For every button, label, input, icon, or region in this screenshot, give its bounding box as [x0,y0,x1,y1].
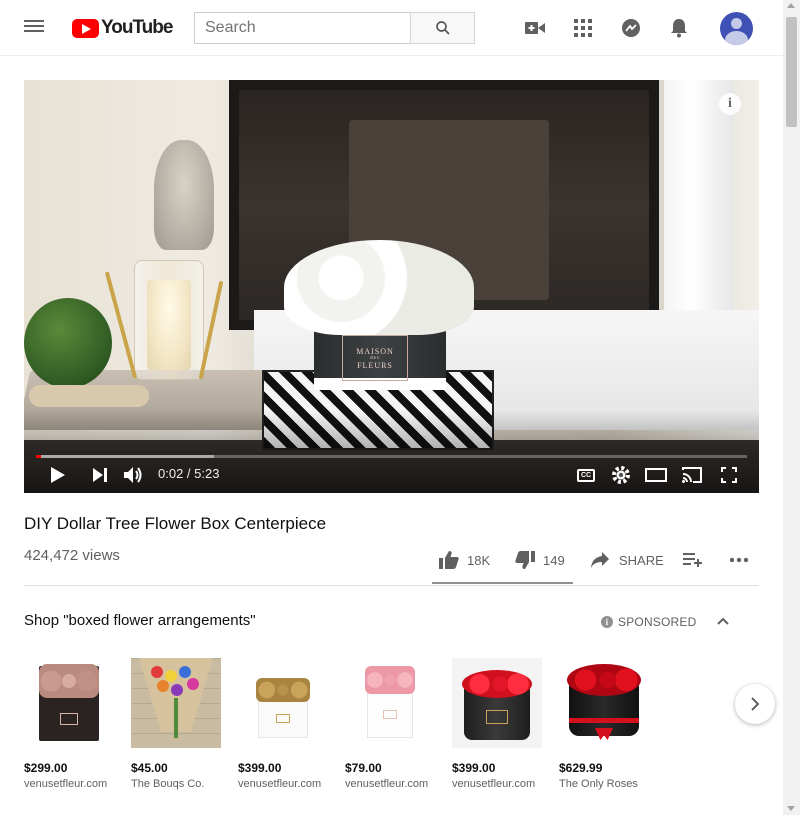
product-seller: venusetfleur.com [24,778,108,790]
fullscreen-icon [721,467,737,483]
skip-next-icon [93,468,107,482]
box-label: MAISON des FLEURS [342,335,408,381]
theater-mode-button[interactable] [644,463,668,487]
logo-text: YouTube [101,17,173,38]
volume-button[interactable] [122,463,146,487]
progress-buffered [36,455,214,458]
apps-grid-icon[interactable] [571,16,595,40]
product-seller: venusetfleur.com [345,778,429,790]
video-player[interactable]: MAISON des FLEURS i 0:02 / 5:23 CC [24,80,759,493]
product-card[interactable]: $399.00 venusetfleur.com [238,658,328,790]
product-seller: venusetfleur.com [452,778,536,790]
time-display: 0:02 / 5:23 [158,466,220,481]
chevron-up-icon [717,617,729,625]
view-count: 424,472 views [24,547,120,564]
play-button[interactable] [46,463,70,487]
fullscreen-button[interactable] [717,463,741,487]
scroll-down-arrow-icon[interactable] [787,806,795,811]
like-button[interactable]: 18K [439,548,490,572]
sponsored-badge[interactable]: i SPONSORED [601,614,696,630]
product-card[interactable]: $629.99 The Only Roses [559,658,649,790]
product-image [559,658,649,748]
cast-icon [682,467,702,483]
more-horizontal-icon [729,557,749,563]
product-image [452,658,542,748]
shelf-title: Shop "boxed flower arrangements" [24,612,256,629]
next-button[interactable] [88,463,112,487]
save-to-playlist-button[interactable] [683,548,703,572]
progress-played [36,455,41,458]
thumbs-down-icon [515,551,535,569]
share-arrow-icon [591,552,609,568]
masthead: YouTube [0,0,783,56]
product-seller: venusetfleur.com [238,778,322,790]
page-scrollbar[interactable] [783,0,800,815]
volume-icon [124,467,142,483]
video-info-icon[interactable]: i [719,93,741,115]
info-icon: i [601,616,613,628]
create-video-icon[interactable] [523,16,547,40]
captions-button[interactable]: CC [574,463,598,487]
collapse-shelf-button[interactable] [714,612,732,630]
messages-icon[interactable] [619,16,643,40]
youtube-logo[interactable]: YouTube [72,17,173,39]
product-card[interactable]: $79.00 venusetfleur.com [345,658,435,790]
shelf-next-button[interactable] [735,684,775,724]
sentiment-bar [432,582,573,584]
notifications-bell-icon[interactable] [667,16,691,40]
search-input[interactable] [194,12,411,44]
video-title: DIY Dollar Tree Flower Box Centerpiece [24,514,327,533]
like-count: 18K [467,552,491,568]
scroll-up-arrow-icon[interactable] [787,3,795,8]
cast-button[interactable] [680,463,704,487]
more-actions-button[interactable] [729,548,749,572]
share-label: SHARE [619,552,664,568]
dislike-button[interactable]: 149 [515,548,565,572]
product-seller: The Only Roses [559,778,638,790]
avatar[interactable] [720,12,753,45]
gear-icon [612,466,630,484]
dislike-count: 149 [543,552,565,568]
playlist-add-icon [683,553,702,567]
search-icon [435,21,450,35]
product-price: $79.00 [345,761,382,775]
search-button[interactable] [410,12,475,44]
progress-bar[interactable] [36,455,747,458]
hamburger-menu-icon[interactable] [22,17,46,39]
product-image [345,658,435,748]
share-button[interactable]: SHARE [591,548,664,572]
chevron-right-icon [751,697,760,711]
theater-mode-icon [645,468,667,482]
product-image [24,658,114,748]
play-icon [51,467,65,483]
product-price: $629.99 [559,761,603,775]
product-price: $299.00 [24,761,68,775]
divider [24,585,759,586]
thumbs-up-icon [439,551,459,569]
product-card[interactable]: $299.00 venusetfleur.com [24,658,114,790]
scrollbar-thumb[interactable] [786,17,797,127]
product-image [238,658,328,748]
product-image [131,658,221,748]
product-card[interactable]: $399.00 venusetfleur.com [452,658,542,790]
captions-icon: CC [577,468,595,482]
product-card[interactable]: $45.00 The Bouqs Co. [131,658,221,790]
youtube-play-logo-icon [72,18,99,38]
product-price: $399.00 [238,761,282,775]
settings-button[interactable] [609,463,633,487]
product-price: $45.00 [131,761,168,775]
product-seller: The Bouqs Co. [131,778,205,790]
sponsored-label: SPONSORED [618,615,697,629]
product-price: $399.00 [452,761,496,775]
